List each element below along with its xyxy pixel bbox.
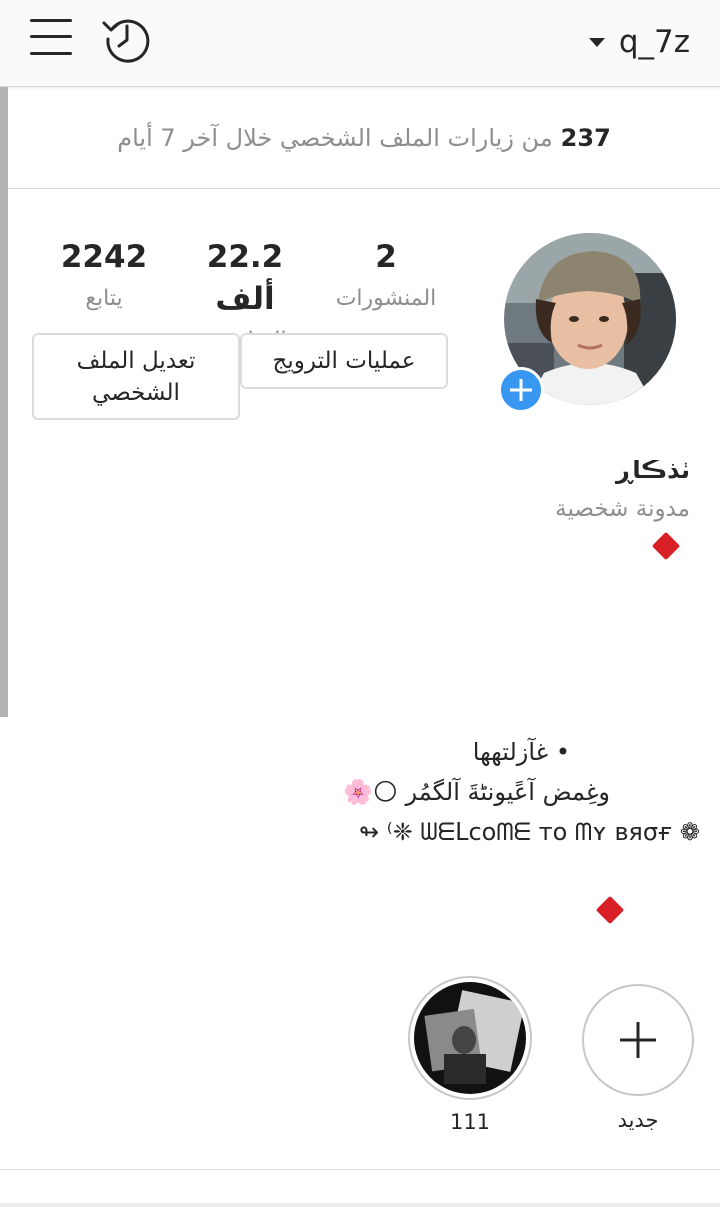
profile-category: مدونة شخصية — [555, 496, 690, 522]
bio-section: ٺذڪاڕ مدونة شخصية — [30, 450, 690, 561]
highlight-new[interactable]: جديد — [582, 984, 694, 1132]
divider — [0, 1169, 720, 1170]
username: q_7z — [618, 24, 690, 60]
highlight-111[interactable]: 111 — [408, 976, 532, 1134]
stat-following[interactable]: 2242 يتابع — [54, 236, 154, 311]
hamburger-menu-icon[interactable] — [30, 17, 74, 57]
red-diamond-icon — [595, 895, 625, 925]
following-label: يتابع — [85, 286, 123, 311]
posts-count: 2 — [375, 239, 397, 275]
account-switcher[interactable]: q_7z — [588, 22, 690, 62]
new-highlight-circle — [582, 984, 694, 1096]
bio-line-3: ❁ ᗯᗴᒪcoᗰᗴ ᴛo ᗰʏ ʙяσғ ❈⁾ ↬ — [359, 818, 700, 846]
red-diamond-icon — [651, 531, 681, 561]
followers-count: 22.2 ألف — [206, 239, 284, 317]
visits-count: 237 — [560, 123, 611, 152]
caret-down-icon — [588, 37, 605, 47]
promotions-label: عمليات الترويج — [272, 348, 416, 374]
bio-line-1: • غآزلتهها — [472, 738, 570, 766]
bio-line-2: وغِمض آعًيونٹةَ آلگمُر 🌕🌸 — [343, 778, 610, 806]
posts-label: المنشورات — [335, 286, 437, 311]
profile-display-name: ٺذڪاڕ — [615, 456, 690, 484]
bottom-divider — [0, 1203, 720, 1207]
visits-text: من زيارات الملف الشخصي خلال آخر 7 أيام — [117, 123, 553, 152]
highlight-ring — [408, 976, 532, 1100]
following-count: 2242 — [60, 239, 148, 275]
promotions-button[interactable]: عمليات الترويج — [240, 333, 448, 389]
profile-visits-banner[interactable]: 237 من زيارات الملف الشخصي خلال آخر 7 أي… — [8, 87, 720, 189]
add-story-plus-icon[interactable] — [498, 367, 544, 413]
highlight-cover-image — [414, 982, 526, 1094]
bio-text-lines: • غآزلتهها وغِمض آعًيونٹةَ آلگمُر 🌕🌸 ❁ ᗯ… — [260, 732, 700, 852]
highlight-new-label: جديد — [617, 1108, 659, 1132]
edit-profile-label-line2: الشخصي — [92, 379, 180, 406]
top-bar: q_7z — [0, 0, 720, 87]
edit-profile-button[interactable]: تعديل الملف الشخصي — [32, 333, 240, 420]
plus-icon — [620, 1022, 656, 1058]
edit-profile-label-line1: تعديل الملف — [76, 347, 196, 374]
history-clock-icon[interactable] — [102, 14, 152, 64]
stat-posts[interactable]: 2 المنشورات — [330, 236, 442, 311]
highlight-111-label: 111 — [449, 1110, 491, 1134]
left-edge-bar — [0, 87, 8, 717]
